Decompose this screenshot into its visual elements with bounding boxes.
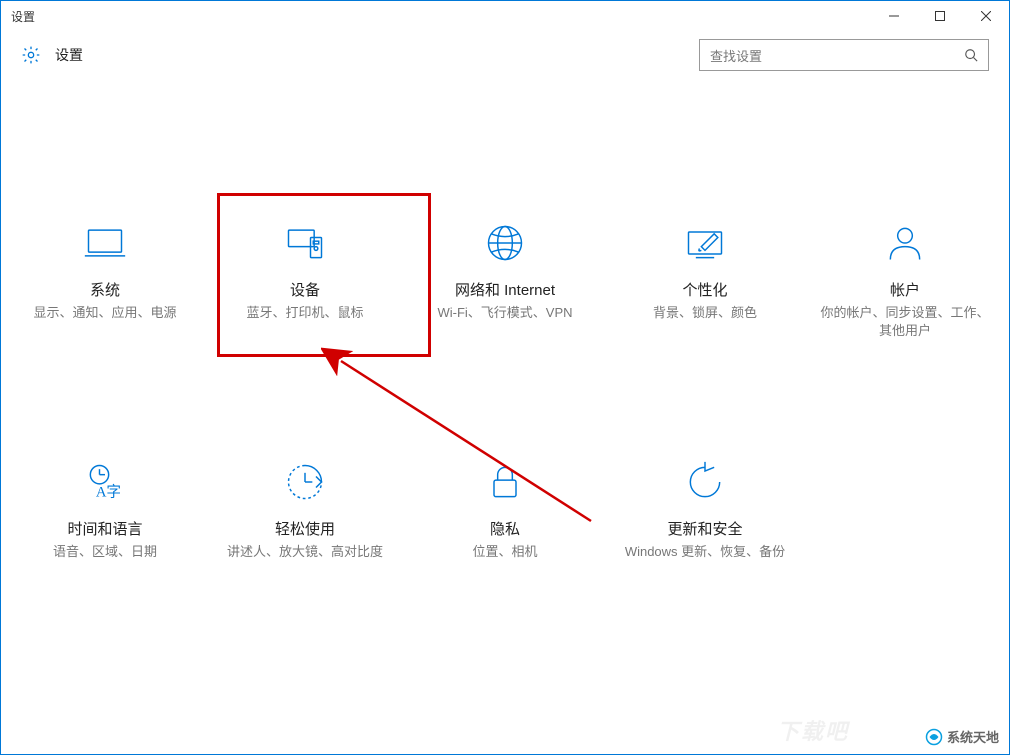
search-input[interactable]: 查找设置 (699, 39, 989, 71)
tile-title: 更新和安全 (667, 518, 742, 539)
ease-of-access-icon (283, 460, 327, 504)
header: 设置 查找设置 (1, 31, 1009, 79)
tile-time-language[interactable]: A字 时间和语言 语音、区域、日期 (5, 460, 205, 561)
tile-desc: 显示、通知、应用、电源 (33, 304, 176, 322)
window-title: 设置 (11, 8, 35, 25)
tile-desc: 你的帐户、同步设置、工作、其他用户 (820, 304, 990, 340)
tile-update-security[interactable]: 更新和安全 Windows 更新、恢复、备份 (605, 460, 805, 561)
maximize-icon (935, 11, 945, 21)
header-left: 设置 (21, 45, 83, 65)
tile-title: 隐私 (490, 518, 520, 539)
watermark-faint: 下载吧 (777, 714, 849, 746)
tile-desc: 语音、区域、日期 (53, 543, 157, 561)
globe-icon (483, 221, 527, 265)
titlebar: 设置 (1, 1, 1009, 31)
close-icon (981, 11, 991, 21)
tile-title: 轻松使用 (275, 518, 335, 539)
minimize-button[interactable] (871, 1, 917, 31)
page-title: 设置 (55, 45, 83, 65)
svg-text:A字: A字 (96, 484, 121, 501)
tile-title: 系统 (90, 279, 120, 300)
gear-icon (21, 45, 41, 65)
watermark-text: 系统天地 (947, 727, 999, 746)
tile-desc: Wi-Fi、飞行模式、VPN (437, 304, 572, 322)
tile-accounts[interactable]: 帐户 你的帐户、同步设置、工作、其他用户 (805, 221, 1005, 340)
minimize-icon (889, 11, 899, 21)
close-button[interactable] (963, 1, 1009, 31)
tile-title: 设备 (290, 279, 320, 300)
tile-network[interactable]: 网络和 Internet Wi-Fi、飞行模式、VPN (405, 221, 605, 340)
time-language-icon: A字 (83, 460, 127, 504)
tile-grid: 系统 显示、通知、应用、电源 设备 蓝牙、打印机、鼠标 网络和 Inte (1, 221, 1009, 562)
maximize-button[interactable] (917, 1, 963, 31)
display-icon (83, 221, 127, 265)
tile-personalization[interactable]: 个性化 背景、锁屏、颜色 (605, 221, 805, 340)
tile-desc: 讲述人、放大镜、高对比度 (227, 543, 383, 561)
user-icon (883, 221, 927, 265)
tile-title: 网络和 Internet (455, 279, 555, 300)
lock-icon (483, 460, 527, 504)
update-icon (683, 460, 727, 504)
devices-icon (283, 221, 327, 265)
search-icon (964, 48, 978, 62)
tile-desc: 背景、锁屏、颜色 (653, 304, 757, 322)
tile-system[interactable]: 系统 显示、通知、应用、电源 (5, 221, 205, 340)
watermark-logo-icon (925, 728, 943, 746)
tile-ease-of-access[interactable]: 轻松使用 讲述人、放大镜、高对比度 (205, 460, 405, 561)
tile-desc: 蓝牙、打印机、鼠标 (246, 304, 363, 322)
settings-window: 设置 设置 查找设置 (0, 0, 1010, 755)
tile-privacy[interactable]: 隐私 位置、相机 (405, 460, 605, 561)
tile-title: 时间和语言 (67, 518, 142, 539)
tile-desc: Windows 更新、恢复、备份 (625, 543, 785, 561)
personalization-icon (683, 221, 727, 265)
tile-desc: 位置、相机 (472, 543, 537, 561)
tile-devices[interactable]: 设备 蓝牙、打印机、鼠标 (205, 221, 405, 340)
search-placeholder: 查找设置 (710, 46, 762, 65)
watermark: 系统天地 (925, 727, 999, 746)
tile-title: 帐户 (890, 279, 920, 300)
window-controls (871, 1, 1009, 31)
tile-title: 个性化 (682, 279, 727, 300)
